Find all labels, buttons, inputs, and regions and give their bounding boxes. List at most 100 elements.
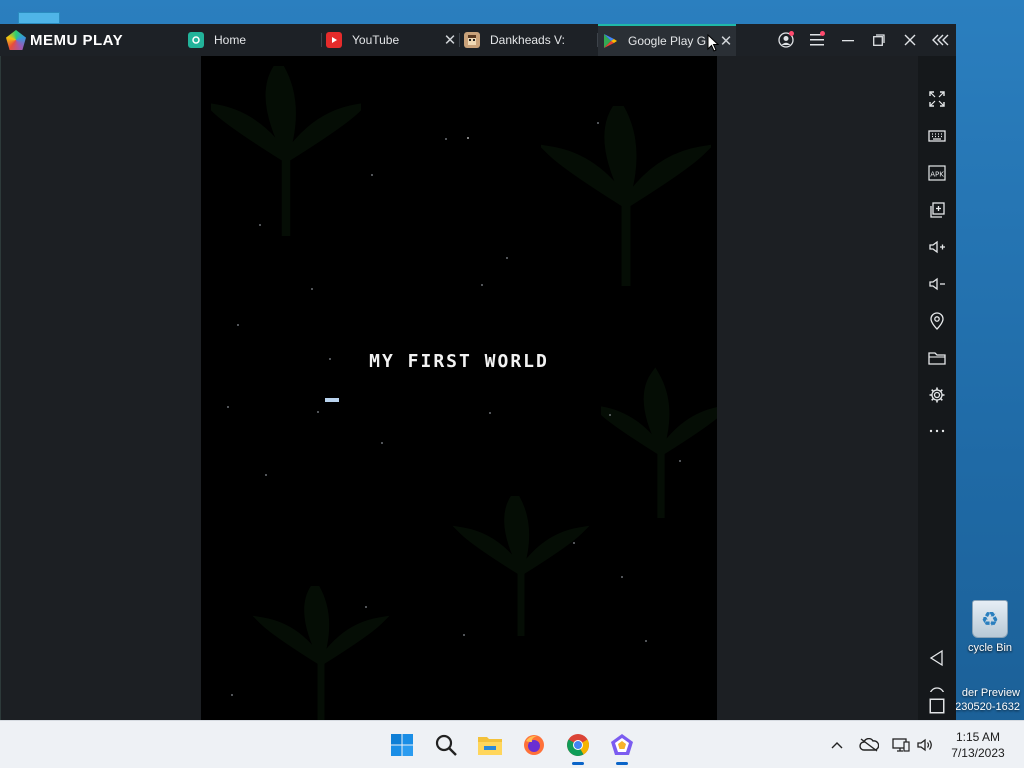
volume-down-button[interactable]: [918, 269, 956, 299]
dankheads-icon: [464, 32, 480, 48]
tab-youtube-close-icon[interactable]: ✕: [440, 31, 460, 49]
onedrive-offline-icon: [859, 738, 879, 752]
account-notification-dot: [789, 31, 794, 36]
settings-icon: [929, 387, 945, 403]
star: [317, 411, 319, 413]
star: [265, 474, 267, 476]
close-icon: [904, 34, 915, 46]
network-tray-button[interactable]: [888, 721, 914, 768]
volume-up-button[interactable]: [918, 232, 956, 262]
window-controls: [770, 24, 956, 56]
more-icon: [929, 429, 945, 433]
tab-youtube-label: YouTube: [352, 33, 400, 47]
recycle-bin-label: cycle Bin: [967, 642, 1013, 654]
star: [609, 414, 611, 416]
leaf-decoration-icon: [452, 496, 590, 636]
watermark-line-2: 230520-1632: [955, 701, 1020, 713]
right-empty-panel: [717, 56, 918, 720]
android-back-button[interactable]: [918, 643, 956, 673]
star: [679, 460, 681, 462]
file-explorer-button[interactable]: [474, 729, 506, 761]
firefox-button[interactable]: [518, 729, 550, 761]
start-button[interactable]: [386, 729, 418, 761]
tab-google-play-close-icon[interactable]: ✕: [716, 32, 736, 50]
minimize-button[interactable]: [832, 24, 863, 56]
account-button[interactable]: [770, 24, 801, 56]
back-icon: [929, 649, 943, 667]
restore-button[interactable]: [863, 24, 894, 56]
star: [645, 640, 647, 642]
tab-dankheads[interactable]: Dankheads V:: [460, 24, 598, 56]
speaker-icon: [917, 738, 932, 752]
windows-start-icon: [391, 734, 413, 756]
close-window-button[interactable]: [894, 24, 925, 56]
star: [463, 634, 465, 636]
star: [371, 174, 373, 176]
windows-watermark: der Preview 230520-1632: [955, 686, 1020, 714]
minimize-icon: [841, 40, 854, 42]
memu-side-toolbar: APK: [918, 56, 956, 720]
tab-home-label: Home: [214, 33, 247, 47]
memu-home-icon: [188, 32, 204, 48]
desktop-window-sliver: [18, 12, 60, 24]
memu-taskbar-button[interactable]: [606, 729, 638, 765]
star: [481, 284, 483, 286]
memu-brand: MEMU PLAY: [0, 24, 184, 56]
apk-install-button[interactable]: APK: [918, 158, 956, 188]
search-icon: [435, 734, 457, 756]
folder-icon: [928, 352, 946, 365]
google-play-icon: [602, 33, 618, 49]
more-button[interactable]: [918, 416, 956, 446]
memu-icon: [611, 734, 633, 755]
tab-youtube[interactable]: YouTube ✕: [322, 24, 460, 56]
memu-titlebar: MEMU PLAY Home YouTube ✕ Dankheads V: Go…: [0, 24, 956, 56]
chevron-up-icon: [831, 742, 843, 749]
recycle-bin-desktop-icon[interactable]: ♻ cycle Bin: [956, 600, 1024, 654]
shared-folder-button[interactable]: [918, 343, 956, 373]
star: [231, 694, 233, 696]
star: [489, 412, 491, 414]
leaf-decoration-icon: [211, 66, 361, 236]
game-loading-indicator: [325, 398, 339, 402]
keyboard-button[interactable]: [918, 121, 956, 151]
settings-button[interactable]: [918, 380, 956, 410]
location-icon: [930, 312, 944, 330]
star: [597, 122, 599, 124]
memu-window: MEMU PLAY Home YouTube ✕ Dankheads V: Go…: [0, 24, 956, 720]
tray-overflow-button[interactable]: [826, 721, 848, 768]
memu-logo-icon: [6, 30, 26, 50]
clock-time: 1:15 AM: [955, 730, 1001, 744]
onedrive-tray-button[interactable]: [856, 721, 882, 768]
multi-instance-button[interactable]: [918, 195, 956, 225]
search-button[interactable]: [430, 729, 462, 761]
leaf-decoration-icon: [601, 367, 717, 518]
collapse-icon: [931, 34, 948, 46]
taskbar-clock[interactable]: 1:15 AM 7/13/2023: [938, 729, 1018, 761]
location-button[interactable]: [918, 306, 956, 336]
star: [259, 224, 261, 226]
star: [573, 542, 575, 544]
star: [621, 576, 623, 578]
tab-dankheads-label: Dankheads V:: [490, 33, 565, 47]
android-recents-button[interactable]: [918, 692, 956, 720]
star: [365, 606, 367, 608]
star: [227, 406, 229, 408]
windows-taskbar: 1:15 AM 7/13/2023: [0, 720, 1024, 768]
menu-button[interactable]: [801, 24, 832, 56]
star: [467, 137, 469, 139]
left-empty-panel: [0, 56, 201, 720]
firefox-icon: [524, 735, 544, 755]
collapse-sidebar-button[interactable]: [925, 24, 956, 56]
star: [381, 442, 383, 444]
volume-tray-button[interactable]: [914, 721, 936, 768]
fullscreen-icon: [929, 91, 945, 107]
fullscreen-button[interactable]: [918, 84, 956, 114]
game-world-title: MY FIRST WORLD: [369, 351, 549, 372]
game-screen[interactable]: MY FIRST WORLD: [201, 56, 717, 720]
memu-brand-name: MEMU PLAY: [30, 31, 124, 49]
tab-home[interactable]: Home: [184, 24, 322, 56]
multi-instance-icon: [930, 202, 945, 218]
tab-google-play-label: Google Play G: [628, 34, 707, 48]
chrome-button[interactable]: [562, 729, 594, 765]
recents-icon: [929, 698, 945, 714]
